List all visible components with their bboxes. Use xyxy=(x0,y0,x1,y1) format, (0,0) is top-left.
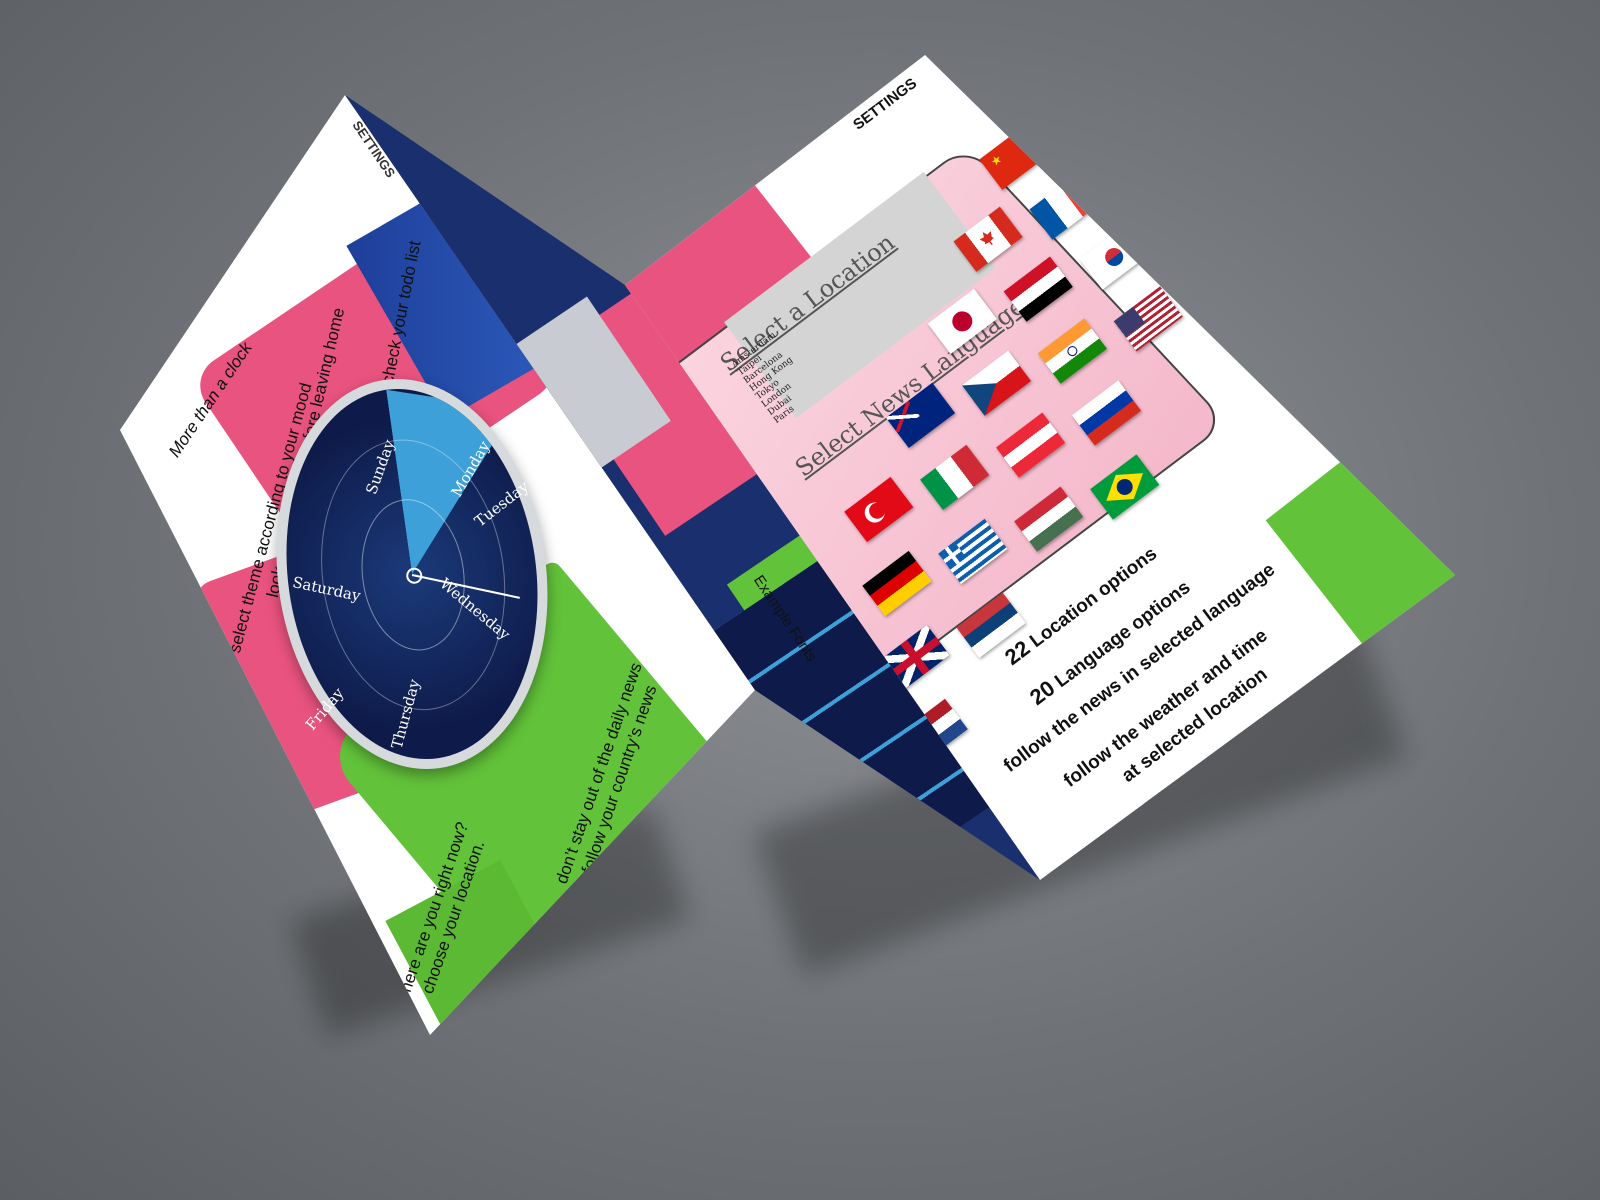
brand-title-line2: CLOCK xyxy=(152,188,269,331)
turkey-flag[interactable] xyxy=(844,476,914,543)
usa-flag[interactable] xyxy=(1113,286,1183,352)
hungary-flag[interactable] xyxy=(1014,486,1084,552)
right-settings-label: SETTINGS xyxy=(850,74,921,134)
brand-title-line1: DESKTOP xyxy=(123,127,269,312)
russia-flag[interactable] xyxy=(1071,380,1142,446)
india-flag[interactable] xyxy=(1037,318,1107,384)
greece-flag[interactable] xyxy=(938,518,1008,584)
brazil-flag[interactable] xyxy=(1090,454,1160,520)
brand-title: DESKTOP CLOCK xyxy=(123,127,292,331)
south-korea-flag[interactable] xyxy=(1079,224,1149,290)
italy-flag[interactable] xyxy=(920,444,990,510)
right-green-brush xyxy=(1265,415,1455,655)
austria-flag[interactable] xyxy=(995,412,1066,478)
